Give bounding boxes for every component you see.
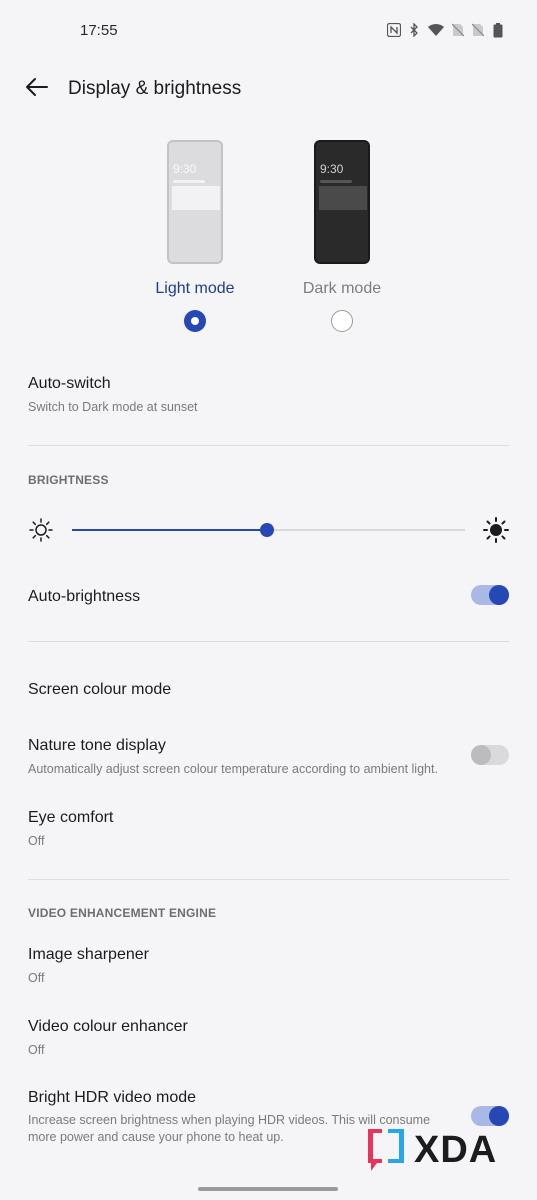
auto-brightness-row[interactable]: Auto-brightness (28, 588, 509, 606)
battery-icon (491, 22, 505, 38)
light-mode-label: Light mode (155, 280, 235, 297)
xda-watermark: XDA (364, 1125, 528, 1175)
no-sim-icon (451, 22, 465, 38)
xda-logo-icon (364, 1123, 408, 1178)
nfc-icon (387, 22, 401, 38)
dark-mode-option[interactable]: 9:30 Dark mode (282, 140, 402, 332)
image-sharpener-title: Image sharpener (28, 946, 149, 963)
dark-mode-label: Dark mode (302, 280, 382, 297)
nature-tone-toggle[interactable] (471, 745, 509, 765)
preview-time: 9:30 (173, 162, 197, 176)
bright-hdr-title: Bright HDR video mode (28, 1089, 197, 1106)
auto-brightness-title: Auto-brightness (28, 588, 141, 605)
app-bar: Display & brightness (0, 68, 537, 110)
preview-time: 9:30 (320, 162, 344, 176)
page-title: Display & brightness (68, 78, 242, 99)
divider (28, 445, 509, 446)
brightness-slider[interactable] (28, 514, 509, 546)
divider (28, 641, 509, 642)
auto-switch-row[interactable]: Auto-switch Switch to Dark mode at sunse… (28, 375, 509, 414)
dark-mode-radio[interactable] (331, 310, 353, 332)
nature-tone-subtitle: Automatically adjust screen colour tempe… (28, 762, 438, 776)
brightness-thumb[interactable] (259, 523, 274, 537)
back-button[interactable] (20, 72, 54, 106)
no-sim-icon (471, 22, 485, 38)
status-time: 17:55 (80, 22, 118, 39)
video-enhancement-section-header: VIDEO ENHANCEMENT ENGINE (28, 906, 217, 920)
eye-comfort-row[interactable]: Eye comfort Off (28, 809, 509, 848)
light-mode-preview: 9:30 (167, 140, 223, 264)
image-sharpener-subtitle: Off (28, 971, 45, 985)
theme-mode-picker: 9:30 Light mode 9:30 Dark mode (0, 140, 537, 340)
dark-mode-preview: 9:30 (314, 140, 370, 264)
screen-colour-mode-title: Screen colour mode (28, 681, 172, 698)
brightness-section-header: BRIGHTNESS (28, 473, 109, 487)
wifi-icon (427, 22, 445, 38)
xda-wordmark: XDA (414, 1128, 498, 1171)
light-mode-radio[interactable] (184, 310, 206, 332)
brightness-track-fill (72, 529, 267, 531)
image-sharpener-row[interactable]: Image sharpener Off (28, 946, 509, 985)
eye-comfort-title: Eye comfort (28, 809, 114, 826)
auto-brightness-toggle[interactable] (471, 585, 509, 605)
video-colour-enhancer-row[interactable]: Video colour enhancer Off (28, 1018, 509, 1057)
arrow-back-icon (25, 77, 49, 102)
bluetooth-icon (407, 22, 421, 38)
nature-tone-title: Nature tone display (28, 737, 166, 754)
nature-tone-row[interactable]: Nature tone display Automatically adjust… (28, 737, 509, 776)
sun-outline-icon (28, 517, 54, 543)
brightness-track[interactable] (72, 523, 465, 537)
home-indicator[interactable] (198, 1187, 338, 1191)
divider (28, 879, 509, 880)
status-bar: 17:55 (0, 0, 537, 62)
video-colour-enhancer-subtitle: Off (28, 1043, 45, 1057)
video-colour-enhancer-title: Video colour enhancer (28, 1018, 188, 1035)
status-icons (387, 22, 505, 38)
bright-hdr-toggle[interactable] (471, 1106, 509, 1126)
light-mode-option[interactable]: 9:30 Light mode (135, 140, 255, 332)
auto-switch-subtitle: Switch to Dark mode at sunset (28, 400, 198, 414)
eye-comfort-subtitle: Off (28, 834, 45, 848)
auto-switch-title: Auto-switch (28, 375, 111, 392)
screen-colour-mode-row[interactable]: Screen colour mode (28, 681, 509, 699)
sun-filled-icon (483, 517, 509, 543)
